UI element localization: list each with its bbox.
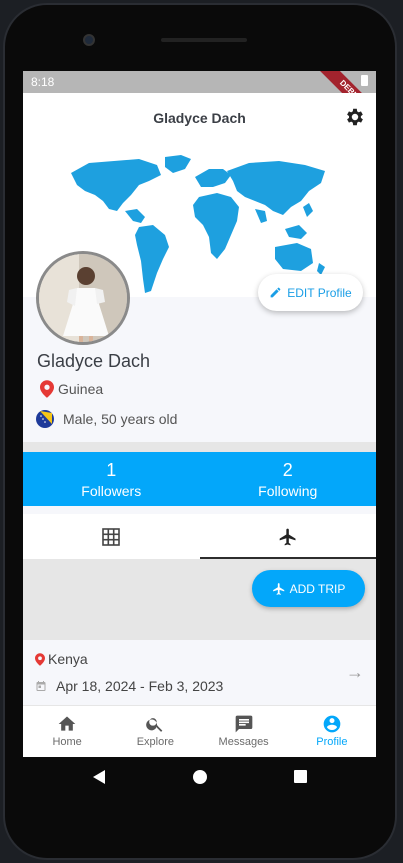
gender-age-text: Male, 50 years old xyxy=(63,411,178,427)
pencil-icon xyxy=(270,287,281,298)
recents-icon[interactable] xyxy=(294,770,307,783)
app-bar: Gladyce Dach xyxy=(23,93,376,145)
nav-home-label: Home xyxy=(52,736,82,748)
following-stat[interactable]: 2 Following xyxy=(200,452,377,506)
nav-home[interactable]: Home xyxy=(23,706,111,757)
battery-icon xyxy=(361,75,368,86)
nav-explore[interactable]: Explore xyxy=(111,706,199,757)
airplane-icon xyxy=(279,528,296,545)
system-navigation xyxy=(3,757,397,797)
nav-messages-label: Messages xyxy=(218,736,269,748)
tab-trips[interactable] xyxy=(199,514,377,559)
profile-name: Gladyce Dach xyxy=(37,351,151,371)
search-icon xyxy=(146,718,163,732)
location-pin-icon xyxy=(35,652,45,666)
home-button-icon[interactable] xyxy=(193,770,207,784)
profile-location: Guinea xyxy=(40,380,103,398)
airplane-icon xyxy=(272,582,284,595)
grid-icon xyxy=(102,527,121,546)
location-text: Guinea xyxy=(58,381,104,397)
trip-place-text: Kenya xyxy=(48,651,88,667)
nav-explore-label: Explore xyxy=(136,736,175,748)
add-trip-button[interactable]: ADD TRIP xyxy=(252,570,365,607)
calendar-icon xyxy=(36,681,46,691)
trip-dates: Apr 18, 2024 - Feb 3, 2023 xyxy=(35,678,223,694)
nav-profile-label: Profile xyxy=(316,736,348,748)
nav-profile[interactable]: Profile xyxy=(288,706,376,757)
message-icon xyxy=(235,715,252,733)
following-label: Following xyxy=(258,483,318,499)
arrow-right-icon[interactable]: → xyxy=(346,662,364,683)
followers-count: 1 xyxy=(106,460,117,480)
edit-profile-button[interactable]: EDIT Profile xyxy=(258,274,363,311)
front-camera xyxy=(83,34,95,46)
edit-profile-label: EDIT Profile xyxy=(287,285,352,300)
nav-messages[interactable]: Messages xyxy=(200,706,288,757)
bottom-nav: Home Explore Messages Profile xyxy=(23,705,376,757)
add-trip-label: ADD TRIP xyxy=(289,581,346,596)
status-time: 8:18 xyxy=(31,75,55,89)
profile-icon xyxy=(323,715,341,733)
avatar[interactable] xyxy=(36,251,130,345)
trip-card[interactable]: Kenya Apr 18, 2024 - Feb 3, 2023 → xyxy=(23,640,376,704)
profile-gender-age: Male, 50 years old xyxy=(36,410,177,428)
followers-stat[interactable]: 1 Followers xyxy=(23,452,200,506)
location-pin-icon xyxy=(40,380,54,398)
followers-label: Followers xyxy=(81,483,142,499)
flag-icon xyxy=(36,410,54,428)
home-icon xyxy=(58,716,76,731)
page-title: Gladyce Dach xyxy=(153,110,246,126)
app-screen: 8:18 DEBUG Gladyce Dach EDIT Profile Gla… xyxy=(23,71,376,757)
earpiece-speaker xyxy=(161,38,247,42)
device-frame: 8:18 DEBUG Gladyce Dach EDIT Profile Gla… xyxy=(0,0,403,863)
tab-grid[interactable] xyxy=(23,514,200,559)
trip-place: Kenya xyxy=(35,651,88,667)
back-icon[interactable] xyxy=(93,770,105,784)
gear-icon[interactable] xyxy=(344,106,366,128)
following-count: 2 xyxy=(282,460,293,480)
stats-bar: 1 Followers 2 Following xyxy=(23,452,376,506)
section-divider xyxy=(23,442,376,452)
content-tabs xyxy=(23,514,376,559)
trip-dates-text: Apr 18, 2024 - Feb 3, 2023 xyxy=(56,678,224,694)
